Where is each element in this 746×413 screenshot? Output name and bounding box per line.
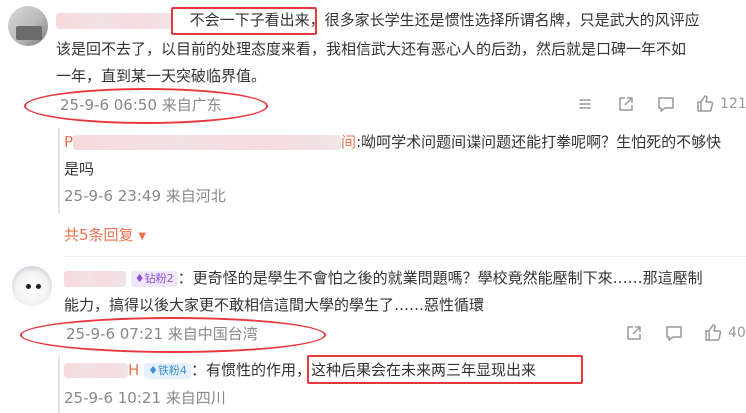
fan-badge-label: 钻粉2 <box>144 271 174 285</box>
comment-text-rest: ，很多家长学生还是惯性选择所谓名牌，只是武大的风评应 <box>309 11 700 29</box>
share-icon[interactable] <box>617 95 635 113</box>
comment-text-line-2: 该是回不去了，以目前的处理态度来看，我相信武大还有恶心人的后劲，然后就是口碑一年… <box>56 40 687 58</box>
username-redacted[interactable] <box>56 12 172 29</box>
more-replies-link[interactable]: 共5条回复 ▼ <box>64 224 146 245</box>
triangle-down-icon: ▼ <box>138 231 147 242</box>
menu-icon[interactable] <box>577 96 593 112</box>
fan-badge-label: 铁粉4 <box>157 363 187 377</box>
fan-badge[interactable]: ♦ 钻粉2 <box>130 270 178 287</box>
like-button[interactable]: 121 <box>696 94 746 113</box>
comment-text-line-1: ♦ 钻粉2 ：更奇怪的是學生不會怕之後的就業問題嗎？學校竟然能壓制下來……那這壓制 <box>64 266 703 290</box>
reply-username-tail[interactable]: 间 <box>341 133 356 151</box>
more-replies-label: 共5条回复 <box>64 226 134 244</box>
like-count: 121 <box>720 95 746 112</box>
comment-text-line-2: 能力，搞得以後大家更不敢相信這間大學的學生了……惡性循環 <box>64 296 485 314</box>
annotation-box <box>171 7 317 35</box>
share-icon[interactable] <box>625 324 643 342</box>
reply-thread-bar <box>58 356 60 413</box>
avatar[interactable] <box>8 6 48 46</box>
comment-icon[interactable] <box>665 324 683 342</box>
like-button[interactable]: 40 <box>704 323 746 342</box>
reply-username-redacted[interactable] <box>73 135 342 150</box>
reply-meta: 25-9-6 10:21 来自四川 <box>64 389 226 407</box>
diamond-icon: ♦ <box>134 271 145 285</box>
reply-text-prefix: ：有惯性的作用， <box>190 361 311 379</box>
comment-icon[interactable] <box>657 95 675 113</box>
like-count: 40 <box>728 324 746 341</box>
fan-badge[interactable]: ♦ 铁粉4 <box>144 362 191 379</box>
comment-text: ：更奇怪的是學生不會怕之後的就業問題嗎？學校竟然能壓制下來……那這壓制 <box>177 269 703 287</box>
like-icon <box>696 94 715 113</box>
reply-text-line-1: P 间:呦呵学术问题间谍问题还能打拳呢啊？生怕死的不够快 <box>64 133 722 151</box>
reply-meta: 25-9-6 23:49 来自河北 <box>64 187 226 205</box>
like-icon <box>704 323 723 342</box>
comment-text-line-3: 一年，直到某一天突破临界值。 <box>56 67 267 85</box>
annotation-ellipse <box>24 88 268 124</box>
diamond-icon: ♦ <box>148 363 158 377</box>
username-redacted[interactable] <box>64 270 126 287</box>
reply-thread-bar <box>58 128 60 214</box>
annotation-box <box>307 355 583 384</box>
comment-divider <box>64 256 746 257</box>
reply-username-redacted[interactable] <box>64 363 128 378</box>
reply-text-line-2: 是吗 <box>64 160 95 178</box>
reply-text: :呦呵学术问题间谍问题还能打拳呢啊？生怕死的不够快 <box>356 133 722 151</box>
annotation-ellipse <box>20 317 326 353</box>
comment-text-line-1: 不会一下子看出来，很多家长学生还是惯性选择所谓名牌，只是武大的风评应 <box>56 8 700 32</box>
reply-username-tail[interactable]: H <box>128 361 139 379</box>
avatar[interactable] <box>12 266 52 306</box>
